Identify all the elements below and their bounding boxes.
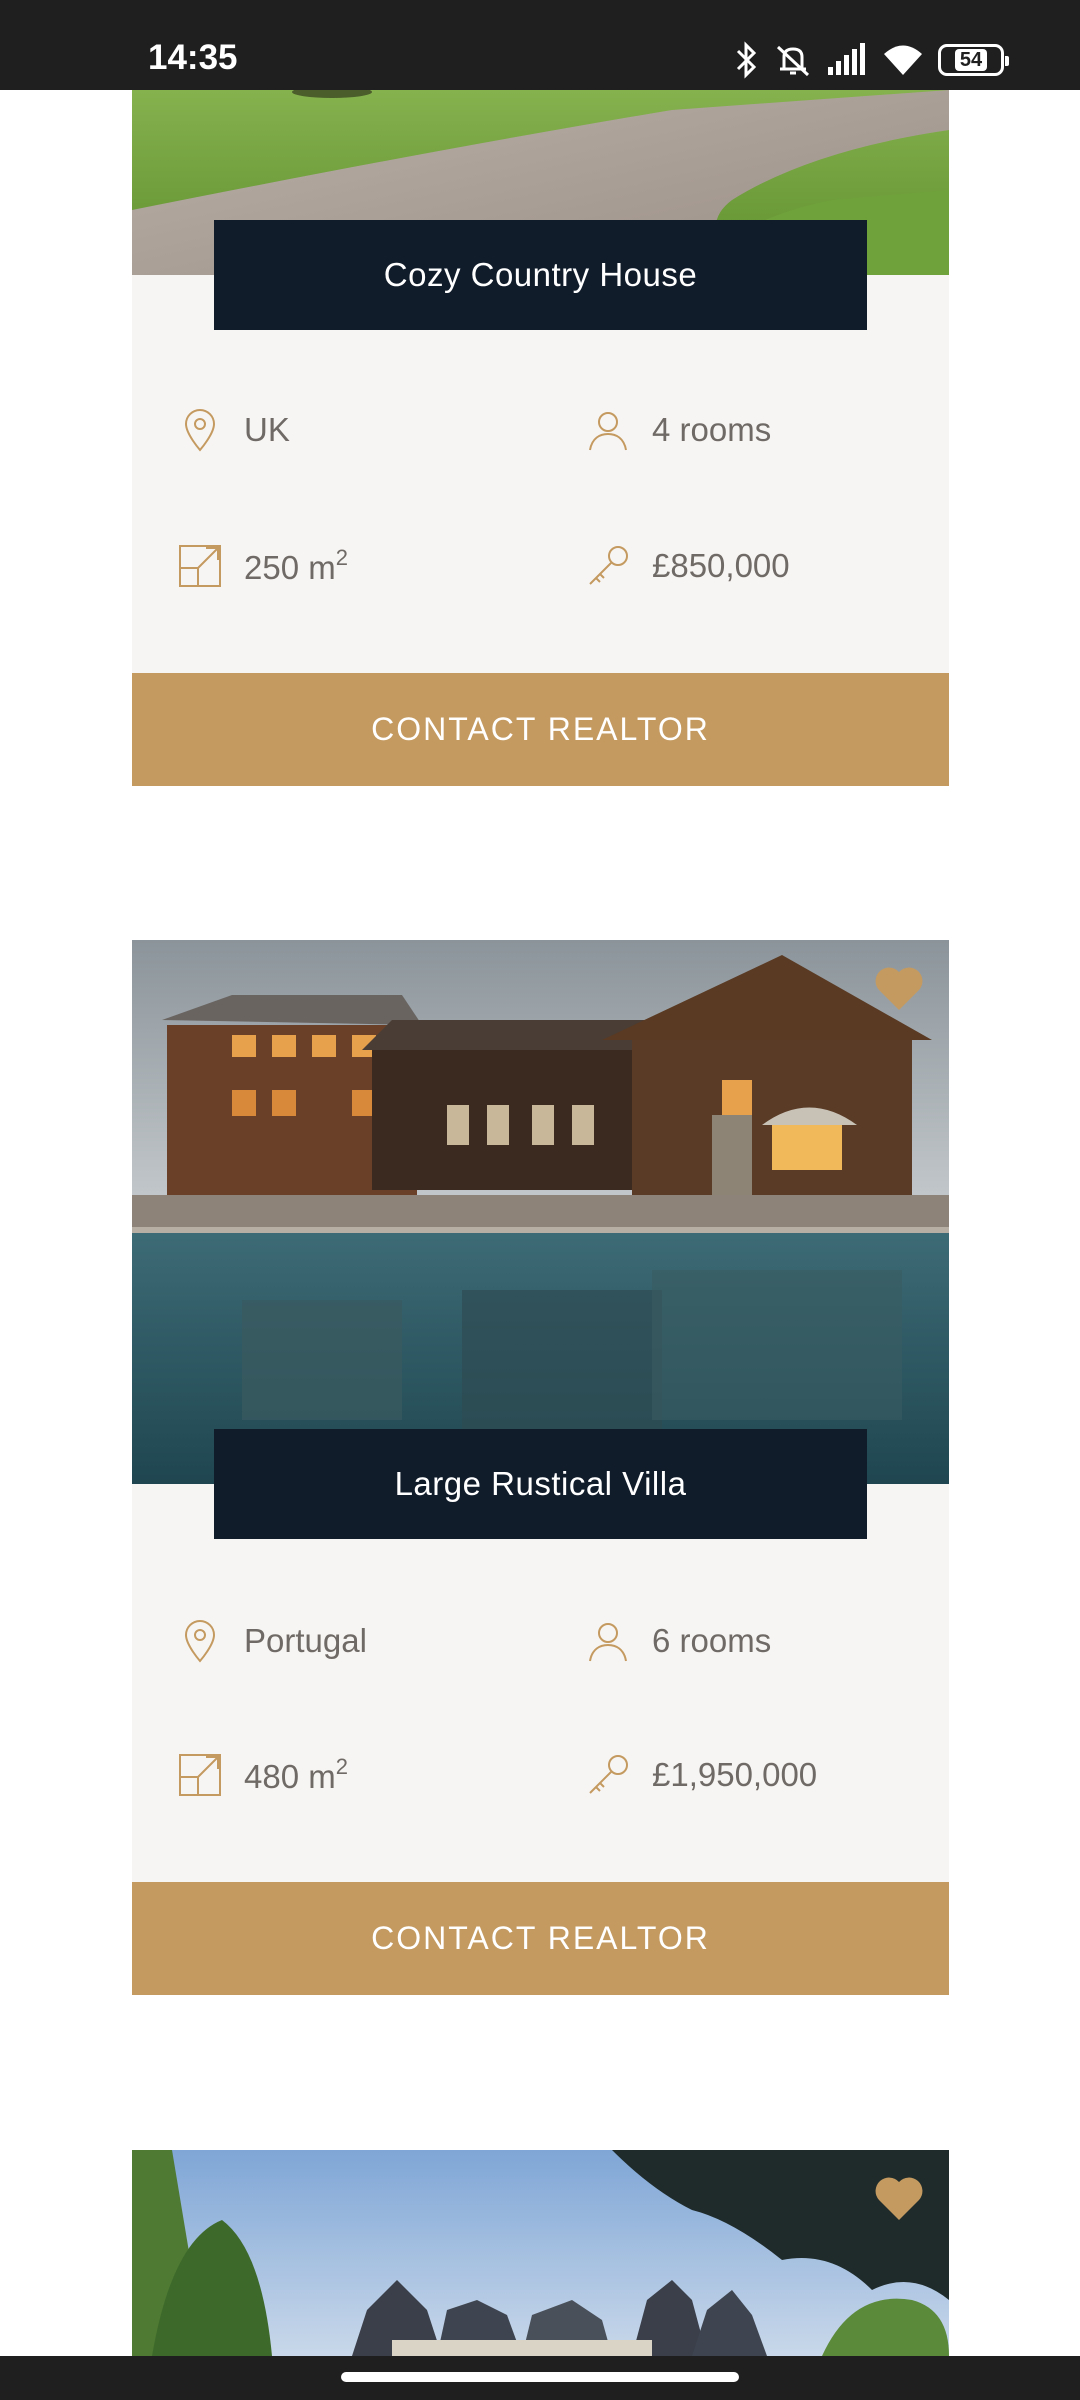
price-text: £850,000 (652, 547, 790, 584)
listing-card: Cozy Country House UK 4 rooms 250 m2 £85… (132, 90, 949, 786)
price-info: £1,950,000 (584, 1751, 817, 1799)
location-pin-icon (184, 1620, 216, 1663)
home-indicator[interactable] (341, 2372, 739, 2382)
key-icon (589, 546, 628, 585)
key-icon (589, 1755, 628, 1794)
location-text: UK (244, 411, 290, 448)
area-text: 250 m2 (244, 545, 348, 586)
listing-image (132, 2150, 949, 2356)
status-icons: 54 (734, 40, 1009, 80)
person-icon (589, 1623, 627, 1662)
rooms-text: 6 rooms (652, 1622, 772, 1659)
area-icon (179, 1754, 221, 1796)
listing-body (132, 275, 949, 673)
area-info: 480 m2 (176, 1751, 348, 1799)
status-time: 14:35 (148, 38, 238, 77)
price-info: £850,000 (584, 542, 790, 590)
wifi-icon (884, 45, 922, 75)
status-bar: 14:35 54 (0, 0, 1080, 90)
listing-image (132, 940, 949, 1484)
area-info: 250 m2 (176, 542, 348, 590)
listing-photo (132, 940, 949, 1484)
signal-icon (828, 43, 865, 75)
rooms-info: 4 rooms (584, 406, 771, 454)
navigation-bar (0, 2356, 1080, 2400)
favorite-heart-icon[interactable] (873, 2174, 925, 2222)
listing-photo (132, 2150, 949, 2356)
location-info: UK (176, 406, 290, 454)
person-icon (589, 412, 627, 451)
area-icon (179, 545, 221, 587)
location-text: Portugal (244, 1622, 367, 1659)
rooms-info: 6 rooms (584, 1617, 771, 1665)
price-text: £1,950,000 (652, 1756, 818, 1793)
mute-icon (776, 45, 810, 77)
bluetooth-icon (736, 41, 757, 79)
listing-title: Large Rustical Villa (214, 1429, 867, 1539)
listing-card: Large Rustical Villa Portugal 6 rooms 48… (132, 940, 949, 1995)
listing-card (132, 2150, 949, 2356)
listing-title: Cozy Country House (214, 220, 867, 330)
area-text: 480 m2 (244, 1754, 348, 1795)
contact-realtor-button[interactable]: CONTACT REALTOR (132, 1882, 949, 1995)
location-pin-icon (184, 409, 216, 452)
rooms-text: 4 rooms (652, 411, 772, 448)
location-info: Portugal (176, 1617, 367, 1665)
favorite-heart-icon[interactable] (873, 964, 925, 1012)
contact-realtor-button[interactable]: CONTACT REALTOR (132, 673, 949, 786)
listing-body (132, 1484, 949, 1882)
battery-level: 54 (954, 49, 988, 71)
battery-icon: 54 (938, 44, 1009, 76)
